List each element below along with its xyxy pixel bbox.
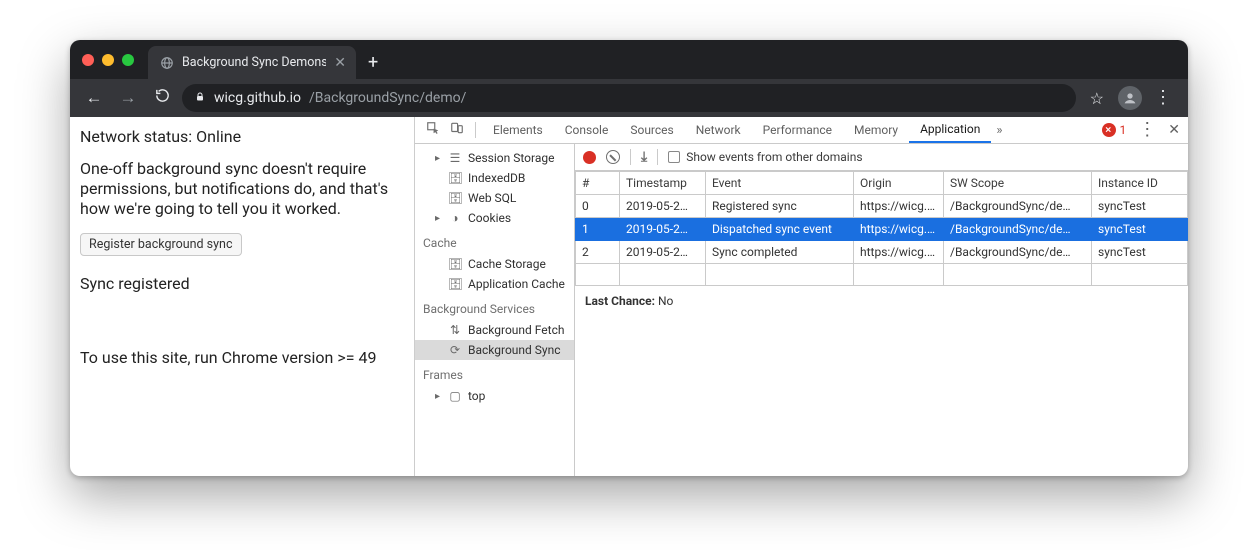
- browser-tab[interactable]: Background Sync Demonstratic ✕: [148, 46, 356, 79]
- sidebar-item-cache-storage[interactable]: 🗄Cache Storage: [415, 254, 574, 274]
- events-table: # Timestamp Event Origin SW Scope Instan…: [575, 171, 1188, 286]
- browser-window: Background Sync Demonstratic ✕ + ← → wic…: [70, 40, 1188, 476]
- frame-icon: ▢: [448, 389, 462, 403]
- tab-title: Background Sync Demonstratic: [182, 55, 326, 70]
- devtools-close-button[interactable]: ✕: [1168, 122, 1180, 138]
- device-toolbar-icon[interactable]: [445, 121, 469, 139]
- forward-button[interactable]: →: [114, 88, 142, 108]
- table-header-row: # Timestamp Event Origin SW Scope Instan…: [576, 172, 1188, 195]
- bookmark-star-icon[interactable]: ☆: [1082, 89, 1112, 108]
- tab-elements[interactable]: Elements: [482, 117, 554, 143]
- sidebar-item-session-storage[interactable]: ▸☰Session Storage: [415, 148, 574, 168]
- window-close-button[interactable]: [82, 54, 94, 66]
- table-row: [576, 264, 1188, 286]
- table-row[interactable]: 02019-05-2…Registered synchttps://wicg.……: [576, 195, 1188, 218]
- inspect-element-icon[interactable]: [421, 121, 445, 139]
- url-path: /BackgroundSync/demo/: [309, 90, 466, 106]
- storage-icon: 🗄: [448, 277, 462, 291]
- page-blurb: One-off background sync doesn't require …: [80, 159, 404, 219]
- sidebar-group-cache: Cache: [415, 228, 574, 254]
- sidebar-item-application-cache[interactable]: 🗄Application Cache: [415, 274, 574, 294]
- profile-avatar[interactable]: [1118, 86, 1142, 110]
- devtools-body: ▸☰Session Storage 🗄IndexedDB 🗄Web SQL ▸◑…: [415, 144, 1188, 476]
- devtools-tabstrip: Elements Console Sources Network Perform…: [415, 117, 1188, 144]
- network-status: Network status: Online: [80, 127, 404, 147]
- close-icon[interactable]: ✕: [334, 55, 346, 71]
- devtools-menu-button[interactable]: ⋮: [1132, 121, 1162, 139]
- browser-tabstrip: Background Sync Demonstratic ✕ +: [70, 40, 1188, 79]
- sidebar-item-indexeddb[interactable]: 🗄IndexedDB: [415, 168, 574, 188]
- table-row[interactable]: 12019-05-2…Dispatched sync eventhttps://…: [576, 218, 1188, 241]
- lock-icon: [194, 91, 206, 106]
- tab-console[interactable]: Console: [554, 117, 620, 143]
- error-count[interactable]: 1: [1120, 123, 1127, 137]
- bg-sync-toolbar: ⤓ Show events from other domains: [575, 144, 1188, 171]
- show-other-domains-checkbox[interactable]: Show events from other domains: [668, 150, 862, 164]
- database-icon: 🗄: [448, 191, 462, 205]
- window-minimize-button[interactable]: [102, 54, 114, 66]
- sync-icon: ⟳: [448, 343, 462, 357]
- col-origin[interactable]: Origin: [854, 172, 944, 195]
- tab-network[interactable]: Network: [685, 117, 752, 143]
- more-tabs-icon[interactable]: »: [991, 123, 1007, 138]
- window-zoom-button[interactable]: [122, 54, 134, 66]
- browser-menu-button[interactable]: ⋮: [1148, 89, 1178, 107]
- url-domain: wicg.github.io: [214, 90, 301, 106]
- reload-button[interactable]: [148, 87, 176, 109]
- browser-toolbar: ← → wicg.github.io/BackgroundSync/demo/ …: [70, 79, 1188, 117]
- sidebar-group-frames: Frames: [415, 360, 574, 386]
- storage-icon: ☰: [448, 151, 462, 165]
- sync-registered-msg: Sync registered: [80, 274, 404, 294]
- sidebar-item-top-frame[interactable]: ▸▢top: [415, 386, 574, 406]
- globe-icon: [160, 56, 174, 70]
- tab-sources[interactable]: Sources: [619, 117, 684, 143]
- database-icon: 🗄: [448, 171, 462, 185]
- new-tab-button[interactable]: +: [356, 46, 390, 79]
- tab-memory[interactable]: Memory: [843, 117, 909, 143]
- back-button[interactable]: ←: [80, 88, 108, 108]
- clear-button[interactable]: [606, 150, 620, 164]
- page-viewport: Network status: Online One-off backgroun…: [70, 117, 415, 476]
- col-index[interactable]: #: [576, 172, 620, 195]
- col-instance-id[interactable]: Instance ID: [1092, 172, 1188, 195]
- tab-performance[interactable]: Performance: [752, 117, 843, 143]
- col-event[interactable]: Event: [706, 172, 854, 195]
- content-area: Network status: Online One-off backgroun…: [70, 117, 1188, 476]
- sidebar-item-web-sql[interactable]: 🗄Web SQL: [415, 188, 574, 208]
- page-footer-note: To use this site, run Chrome version >= …: [80, 348, 404, 368]
- event-detail: Last Chance: No: [575, 286, 1188, 316]
- col-timestamp[interactable]: Timestamp: [620, 172, 706, 195]
- col-sw-scope[interactable]: SW Scope: [944, 172, 1092, 195]
- sidebar-item-background-sync[interactable]: ⟳Background Sync: [415, 340, 574, 360]
- sidebar-item-cookies[interactable]: ▸◑Cookies: [415, 208, 574, 228]
- record-button[interactable]: [583, 151, 596, 164]
- sidebar-group-bg-services: Background Services: [415, 294, 574, 320]
- register-sync-button[interactable]: Register background sync: [80, 233, 242, 256]
- checkbox-icon: [668, 151, 680, 163]
- address-bar[interactable]: wicg.github.io/BackgroundSync/demo/: [182, 84, 1076, 112]
- storage-icon: 🗄: [448, 257, 462, 271]
- error-badge-icon[interactable]: [1102, 123, 1116, 137]
- tab-application[interactable]: Application: [909, 117, 991, 143]
- application-main: ⤓ Show events from other domains # Times…: [575, 144, 1188, 476]
- table-row[interactable]: 22019-05-2…Sync completedhttps://wicg.…/…: [576, 241, 1188, 264]
- window-controls: [82, 40, 148, 79]
- fetch-icon: ⇅: [448, 323, 462, 337]
- cookie-icon: ◑: [448, 211, 462, 225]
- application-sidebar: ▸☰Session Storage 🗄IndexedDB 🗄Web SQL ▸◑…: [415, 144, 575, 476]
- sidebar-item-background-fetch[interactable]: ⇅Background Fetch: [415, 320, 574, 340]
- devtools: Elements Console Sources Network Perform…: [415, 117, 1188, 476]
- download-icon[interactable]: ⤓: [641, 149, 647, 165]
